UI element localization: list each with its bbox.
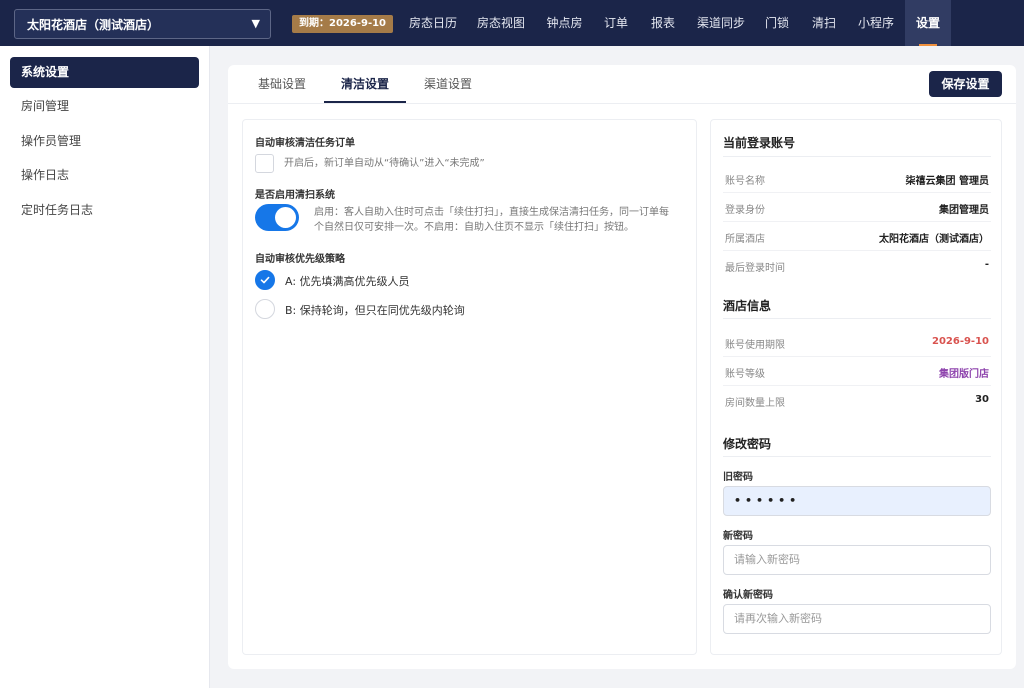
info-key: 账号使用期限 [725,340,785,351]
auto-audit-checkbox[interactable] [255,154,274,173]
info-value: 集团版门店 [939,369,989,380]
info-row-account-level: 账号等级 集团版门店 [723,357,991,386]
chevron-down-icon: ▼ [251,17,260,30]
info-value: 集团管理员 [939,205,989,216]
priority-option-b-label: B: 保持轮询，但只在同优先级内轮询 [285,304,465,317]
tab-basic-settings[interactable]: 基础设置 [246,65,318,103]
sidebar-item-scheduled-task-log[interactable]: 定时任务日志 [10,195,199,226]
info-row-account-name: 账号名称 柒禧云集团 管理员 [723,164,991,193]
info-row-expiry: 账号使用期限 2026-9-10 [723,328,991,357]
new-password-placeholder: 请输入新密码 [734,553,800,566]
confirm-password-placeholder: 请再次输入新密码 [734,612,822,625]
nav-reports[interactable]: 报表 [641,0,685,46]
info-row-login-role: 登录身份 集团管理员 [723,193,991,222]
clean-settings-panel: 自动审核清洁任务订单 开启后，新订单自动从“待确认”进入“未完成” 是否启用清扫… [242,119,697,655]
confirm-password-label: 确认新密码 [723,590,773,601]
save-settings-button[interactable]: 保存设置 [929,71,1002,97]
nav-room-calendar[interactable]: 房态日历 [400,0,466,46]
sidebar: 系统设置 房间管理 操作员管理 操作日志 定时任务日志 [0,46,210,688]
settings-card: 基础设置 清洁设置 渠道设置 保存设置 自动审核清洁任务订单 开启后，新订单自动… [228,65,1016,669]
nav-settings[interactable]: 设置 [905,0,951,46]
new-password-label: 新密码 [723,531,753,542]
info-value: - [984,259,989,270]
confirm-password-input[interactable]: 请再次输入新密码 [723,604,991,634]
nav-hourly-room[interactable]: 钟点房 [537,0,592,46]
old-password-input[interactable]: •••••• [723,486,991,516]
sidebar-item-system-settings[interactable]: 系统设置 [10,57,199,88]
enable-clean-toggle[interactable] [255,204,299,231]
sidebar-item-operator-management[interactable]: 操作员管理 [10,126,199,157]
sidebar-item-room-management[interactable]: 房间管理 [10,91,199,122]
info-key: 登录身份 [725,205,765,216]
nav-channel-sync[interactable]: 渠道同步 [689,0,753,46]
info-value: 2026-9-10 [931,336,989,347]
check-icon [260,276,270,284]
enable-clean-hint-line1: 启用：客人自助入住时可点击「续住打扫」，直接生成保洁清扫任务，同一订单每 [314,207,669,218]
priority-strategy-label: 自动审核优先级策略 [255,254,345,265]
hotel-select[interactable]: 太阳花酒店（测试酒店） ▼ [14,9,271,39]
enable-clean-hint-line2: 个自然日仅可安排一次。不启用：自助入住页不显示「续住打扫」按钮。 [314,222,634,233]
section-divider [723,456,991,457]
info-value: 柒禧云集团 管理员 [905,176,989,187]
priority-option-b-radio[interactable] [255,299,275,319]
info-key: 所属酒店 [725,234,765,245]
hotel-info-section-title: 酒店信息 [723,299,772,313]
auto-audit-hint: 开启后，新订单自动从“待确认”进入“未完成” [284,158,485,169]
nav-door-lock[interactable]: 门锁 [756,0,798,46]
info-value: 30 [975,394,989,405]
info-key: 账号名称 [725,176,765,187]
auto-audit-label: 自动审核清洁任务订单 [255,138,355,149]
top-bar: 太阳花酒店（测试酒店） ▼ 到期：2026-9-10 房态日历 房态视图 钟点房… [0,0,1024,46]
tab-divider [228,103,1016,104]
sidebar-item-operation-log[interactable]: 操作日志 [10,160,199,191]
info-key: 账号等级 [725,369,765,380]
account-section-title: 当前登录账号 [723,136,796,150]
info-row-room-limit: 房间数量上限 30 [723,386,991,415]
priority-option-a-label: A: 优先填满高优先级人员 [285,275,410,288]
hotel-select-value: 太阳花酒店（测试酒店） [27,17,160,32]
nav-mini-program[interactable]: 小程序 [850,0,902,46]
old-password-label: 旧密码 [723,472,753,483]
enable-clean-label: 是否启用清扫系统 [255,190,335,201]
password-section-title: 修改密码 [723,437,772,451]
info-row-hotel: 所属酒店 太阳花酒店（测试酒店） [723,222,991,251]
account-panel: 当前登录账号 账号名称 柒禧云集团 管理员 登录身份 集团管理员 所属酒店 太阳… [710,119,1002,655]
new-password-input[interactable]: 请输入新密码 [723,545,991,575]
nav-cleaning[interactable]: 清扫 [802,0,846,46]
expire-badge: 到期：2026-9-10 [292,15,394,33]
old-password-value: •••••• [734,494,801,507]
tab-channel-settings[interactable]: 渠道设置 [412,65,484,103]
info-row-last-login: 最后登录时间 - [723,251,991,280]
section-divider [723,156,991,157]
tab-clean-settings[interactable]: 清洁设置 [324,65,406,103]
nav-room-view[interactable]: 房态视图 [468,0,534,46]
toggle-knob [275,207,296,228]
priority-option-a-radio[interactable] [255,270,275,290]
section-divider [723,318,991,319]
info-key: 房间数量上限 [725,398,785,409]
info-value: 太阳花酒店（测试酒店） [879,234,989,245]
info-key: 最后登录时间 [725,263,785,274]
nav-orders[interactable]: 订单 [595,0,637,46]
